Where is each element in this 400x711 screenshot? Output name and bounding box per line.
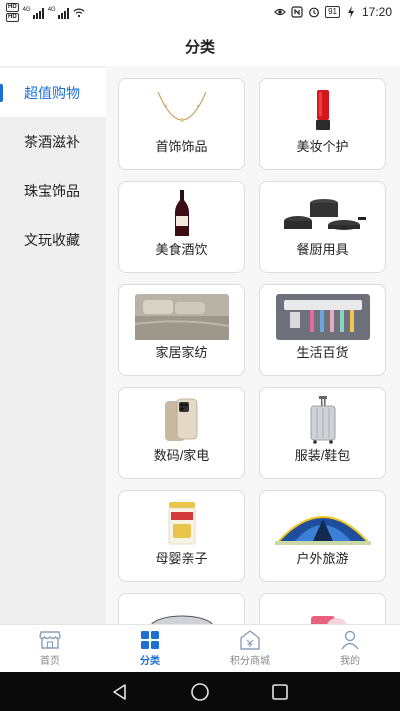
category-card-apparel-bags[interactable]: 服装/鞋包 bbox=[259, 387, 386, 479]
hd-stack: HD HD bbox=[6, 3, 19, 22]
battery-indicator: 91 bbox=[325, 6, 340, 18]
category-grid: 首饰饰品 美妆个护 美食酒饮 餐厨用具 家居家纺 生活百货 数码/家电 服装/鞋… bbox=[118, 78, 386, 624]
category-label: 餐厨用具 bbox=[296, 242, 349, 257]
category-card-outdoor-travel[interactable]: 户外旅游 bbox=[259, 490, 386, 582]
grid-icon bbox=[141, 631, 159, 649]
hd-badge-2: HD bbox=[6, 13, 19, 22]
tent-icon bbox=[274, 499, 371, 547]
alarm-icon bbox=[309, 7, 319, 18]
page-header: 分类 bbox=[0, 26, 400, 66]
tab-profile[interactable]: 我的 bbox=[300, 625, 400, 672]
points-mall-icon bbox=[240, 630, 260, 650]
tab-label: 我的 bbox=[340, 656, 360, 667]
status-left: HD HD 4G 4G bbox=[6, 3, 85, 22]
category-label: 母婴亲子 bbox=[155, 551, 208, 566]
status-bar: HD HD 4G 4G 91 17:20 bbox=[0, 0, 400, 26]
formula-can-icon bbox=[167, 499, 197, 547]
suitcase-icon bbox=[308, 396, 338, 444]
necklace-icon bbox=[152, 87, 212, 135]
category-card-beauty[interactable]: 美妆个护 bbox=[259, 78, 386, 170]
recents-icon[interactable] bbox=[271, 683, 289, 701]
category-card-partial-1[interactable] bbox=[118, 593, 245, 624]
wifi-icon bbox=[73, 8, 85, 17]
category-card-digital-appliances[interactable]: 数码/家电 bbox=[118, 387, 245, 479]
category-card-kitchenware[interactable]: 餐厨用具 bbox=[259, 181, 386, 273]
category-label: 服装/鞋包 bbox=[294, 448, 351, 463]
home-icon[interactable] bbox=[190, 682, 210, 702]
system-navigation-bar bbox=[0, 672, 400, 711]
category-label: 美妆个护 bbox=[296, 139, 349, 154]
tab-points-mall[interactable]: 积分商城 bbox=[200, 625, 300, 672]
status-right: 91 17:20 bbox=[274, 5, 392, 19]
sidebar-item-label: 珠宝饰品 bbox=[24, 182, 80, 199]
sidebar-item-shopping[interactable]: 超值购物 bbox=[0, 68, 106, 117]
category-label: 家居家纺 bbox=[155, 345, 208, 360]
category-label: 首饰饰品 bbox=[155, 139, 208, 154]
tab-category[interactable]: 分类 bbox=[100, 625, 200, 672]
category-label: 美食酒饮 bbox=[155, 242, 208, 257]
tab-home[interactable]: 首页 bbox=[0, 625, 100, 672]
category-label: 户外旅游 bbox=[296, 551, 349, 566]
sidebar-item-tea-wine[interactable]: 茶酒滋补 bbox=[0, 117, 106, 166]
bottom-tab-bar: 首页 分类 积分商城 我的 bbox=[0, 624, 400, 672]
sidebar-item-label: 茶酒滋补 bbox=[24, 133, 80, 150]
category-label: 数码/家电 bbox=[153, 448, 210, 463]
category-card-mother-baby[interactable]: 母婴亲子 bbox=[118, 490, 245, 582]
tab-label: 积分商城 bbox=[230, 656, 270, 667]
category-label: 生活百货 bbox=[296, 345, 349, 360]
charging-icon bbox=[347, 6, 354, 18]
category-card-food-drink[interactable]: 美食酒饮 bbox=[118, 181, 245, 273]
status-time: 17:20 bbox=[361, 5, 392, 19]
category-card-daily-goods[interactable]: 生活百货 bbox=[259, 284, 386, 376]
toothbrush-holder-icon bbox=[275, 293, 370, 341]
category-card-home-textiles[interactable]: 家居家纺 bbox=[118, 284, 245, 376]
tab-label: 分类 bbox=[140, 656, 160, 667]
phone-icon bbox=[164, 396, 200, 444]
category-content[interactable]: 首饰饰品 美妆个护 美食酒饮 餐厨用具 家居家纺 生活百货 数码/家电 服装/鞋… bbox=[106, 66, 400, 624]
lipstick-icon bbox=[311, 87, 335, 135]
sidebar-item-collectibles[interactable]: 文玩收藏 bbox=[0, 215, 106, 264]
network-type: 4G bbox=[22, 6, 31, 13]
network-type-2: 4G bbox=[47, 6, 56, 13]
nfc-icon bbox=[291, 6, 303, 18]
category-sidebar: 超值购物 茶酒滋补 珠宝饰品 文玩收藏 bbox=[0, 66, 106, 624]
bedding-icon bbox=[134, 293, 229, 341]
category-card-jewelry[interactable]: 首饰饰品 bbox=[118, 78, 245, 170]
partial-product-icon bbox=[142, 602, 222, 624]
sidebar-item-label: 文玩收藏 bbox=[24, 231, 80, 248]
back-icon[interactable] bbox=[111, 683, 129, 701]
sidebar-item-label: 超值购物 bbox=[24, 84, 80, 101]
user-icon bbox=[341, 630, 359, 650]
eye-icon bbox=[274, 8, 286, 16]
hd-badge: HD bbox=[6, 3, 19, 12]
signal-icon-2: 4G bbox=[48, 7, 69, 19]
page-title: 分类 bbox=[184, 38, 215, 56]
partial-product-icon-2 bbox=[293, 602, 353, 624]
store-icon bbox=[39, 631, 61, 649]
signal-icon: 4G bbox=[23, 7, 44, 19]
wine-bottle-icon bbox=[172, 190, 192, 238]
cookware-icon bbox=[280, 190, 366, 238]
category-card-partial-2[interactable] bbox=[259, 593, 386, 624]
tab-label: 首页 bbox=[40, 656, 60, 667]
sidebar-item-jewelry[interactable]: 珠宝饰品 bbox=[0, 166, 106, 215]
